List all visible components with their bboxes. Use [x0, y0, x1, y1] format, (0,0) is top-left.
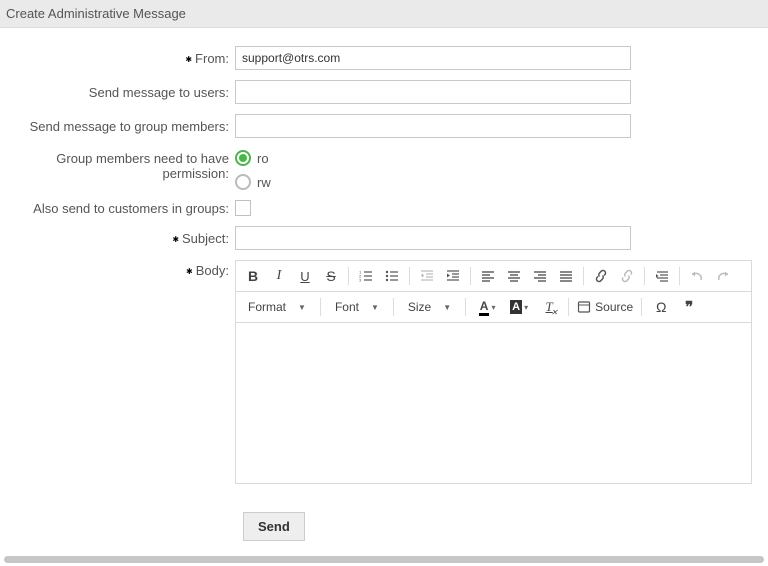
- outdent-icon: [416, 265, 438, 287]
- users-input[interactable]: [235, 80, 631, 104]
- row-submit: Send: [0, 512, 760, 541]
- label-body: Body:: [0, 260, 235, 278]
- size-dropdown[interactable]: Size ▼: [402, 297, 457, 317]
- field-body: B I U S 123: [235, 260, 752, 484]
- label-users: Send message to users:: [0, 85, 235, 100]
- groups-input[interactable]: [235, 114, 631, 138]
- field-subject: [235, 226, 631, 250]
- separator: [320, 298, 321, 316]
- svg-text:3: 3: [359, 278, 362, 283]
- row-subject: Subject:: [0, 226, 760, 250]
- omega-icon[interactable]: Ω: [650, 296, 672, 318]
- separator: [568, 298, 569, 316]
- radio-ro-label: ro: [257, 151, 269, 166]
- align-left-icon[interactable]: [477, 265, 499, 287]
- panel-header: Create Administrative Message: [0, 0, 768, 28]
- unlink-icon: [616, 265, 638, 287]
- text-color-icon[interactable]: A▾: [474, 296, 500, 318]
- radio-item-ro[interactable]: ro: [235, 150, 271, 166]
- numbered-list-icon[interactable]: 123: [355, 265, 377, 287]
- chevron-down-icon: ▼: [443, 303, 451, 312]
- horizontal-scrollbar[interactable]: [4, 556, 764, 563]
- body-textarea[interactable]: [236, 323, 751, 483]
- separator: [348, 267, 349, 285]
- source-button[interactable]: Source: [577, 300, 633, 314]
- link-icon[interactable]: [590, 265, 612, 287]
- format-dropdown[interactable]: Format ▼: [242, 297, 312, 317]
- align-justify-icon[interactable]: [555, 265, 577, 287]
- font-dropdown[interactable]: Font ▼: [329, 297, 385, 317]
- clear-format-icon[interactable]: T✕: [538, 296, 560, 318]
- chevron-down-icon: ▼: [298, 303, 306, 312]
- row-customers: Also send to customers in groups:: [0, 200, 760, 216]
- separator: [470, 267, 471, 285]
- label-groups: Send message to group members:: [0, 119, 235, 134]
- row-groups: Send message to group members:: [0, 114, 760, 138]
- label-from: From:: [0, 51, 235, 66]
- separator: [393, 298, 394, 316]
- rich-text-editor: B I U S 123: [235, 260, 752, 484]
- label-customers: Also send to customers in groups:: [0, 201, 235, 216]
- bold-icon[interactable]: B: [242, 265, 264, 287]
- field-from: [235, 46, 631, 70]
- format-label: Format: [248, 300, 286, 314]
- source-label: Source: [595, 300, 633, 314]
- bg-color-icon[interactable]: A▾: [506, 296, 532, 318]
- label-permission: Group members need to have permission:: [0, 148, 235, 181]
- strikethrough-icon[interactable]: S: [320, 265, 342, 287]
- align-right-icon[interactable]: [529, 265, 551, 287]
- indent-icon[interactable]: [442, 265, 464, 287]
- radio-rw[interactable]: [235, 174, 251, 190]
- row-body: Body: B I U S 123: [0, 260, 760, 484]
- spacer: [0, 512, 243, 541]
- customers-checkbox[interactable]: [235, 200, 251, 216]
- bullet-list-icon[interactable]: [381, 265, 403, 287]
- separator: [409, 267, 410, 285]
- field-customers: [235, 200, 251, 216]
- radio-ro[interactable]: [235, 150, 251, 166]
- editor-toolbar-2: Format ▼ Font ▼ Size ▼ A▾: [236, 292, 751, 323]
- align-center-icon[interactable]: [503, 265, 525, 287]
- separator: [641, 298, 642, 316]
- italic-icon[interactable]: I: [268, 265, 290, 287]
- underline-icon[interactable]: U: [294, 265, 316, 287]
- quote-icon[interactable]: ❞: [678, 296, 700, 318]
- size-label: Size: [408, 300, 431, 314]
- row-users: Send message to users:: [0, 80, 760, 104]
- row-permission: Group members need to have permission: r…: [0, 148, 760, 190]
- subject-input[interactable]: [235, 226, 631, 250]
- undo-icon: [686, 265, 708, 287]
- chevron-down-icon: ▼: [371, 303, 379, 312]
- from-input[interactable]: [235, 46, 631, 70]
- separator: [583, 267, 584, 285]
- field-users: [235, 80, 631, 104]
- label-subject: Subject:: [0, 231, 235, 246]
- radio-rw-label: rw: [257, 175, 271, 190]
- panel-title: Create Administrative Message: [6, 6, 186, 21]
- radio-item-rw[interactable]: rw: [235, 174, 271, 190]
- row-from: From:: [0, 46, 760, 70]
- separator: [679, 267, 680, 285]
- font-label: Font: [335, 300, 359, 314]
- redo-icon: [712, 265, 734, 287]
- separator: [644, 267, 645, 285]
- source-icon: [577, 300, 591, 314]
- separator: [465, 298, 466, 316]
- field-groups: [235, 114, 631, 138]
- editor-toolbar-1: B I U S 123: [236, 261, 751, 292]
- form: From: Send message to users: Send messag…: [0, 28, 768, 541]
- remove-format-icon[interactable]: [651, 265, 673, 287]
- permission-radio-group: ro rw: [235, 148, 271, 190]
- send-button[interactable]: Send: [243, 512, 305, 541]
